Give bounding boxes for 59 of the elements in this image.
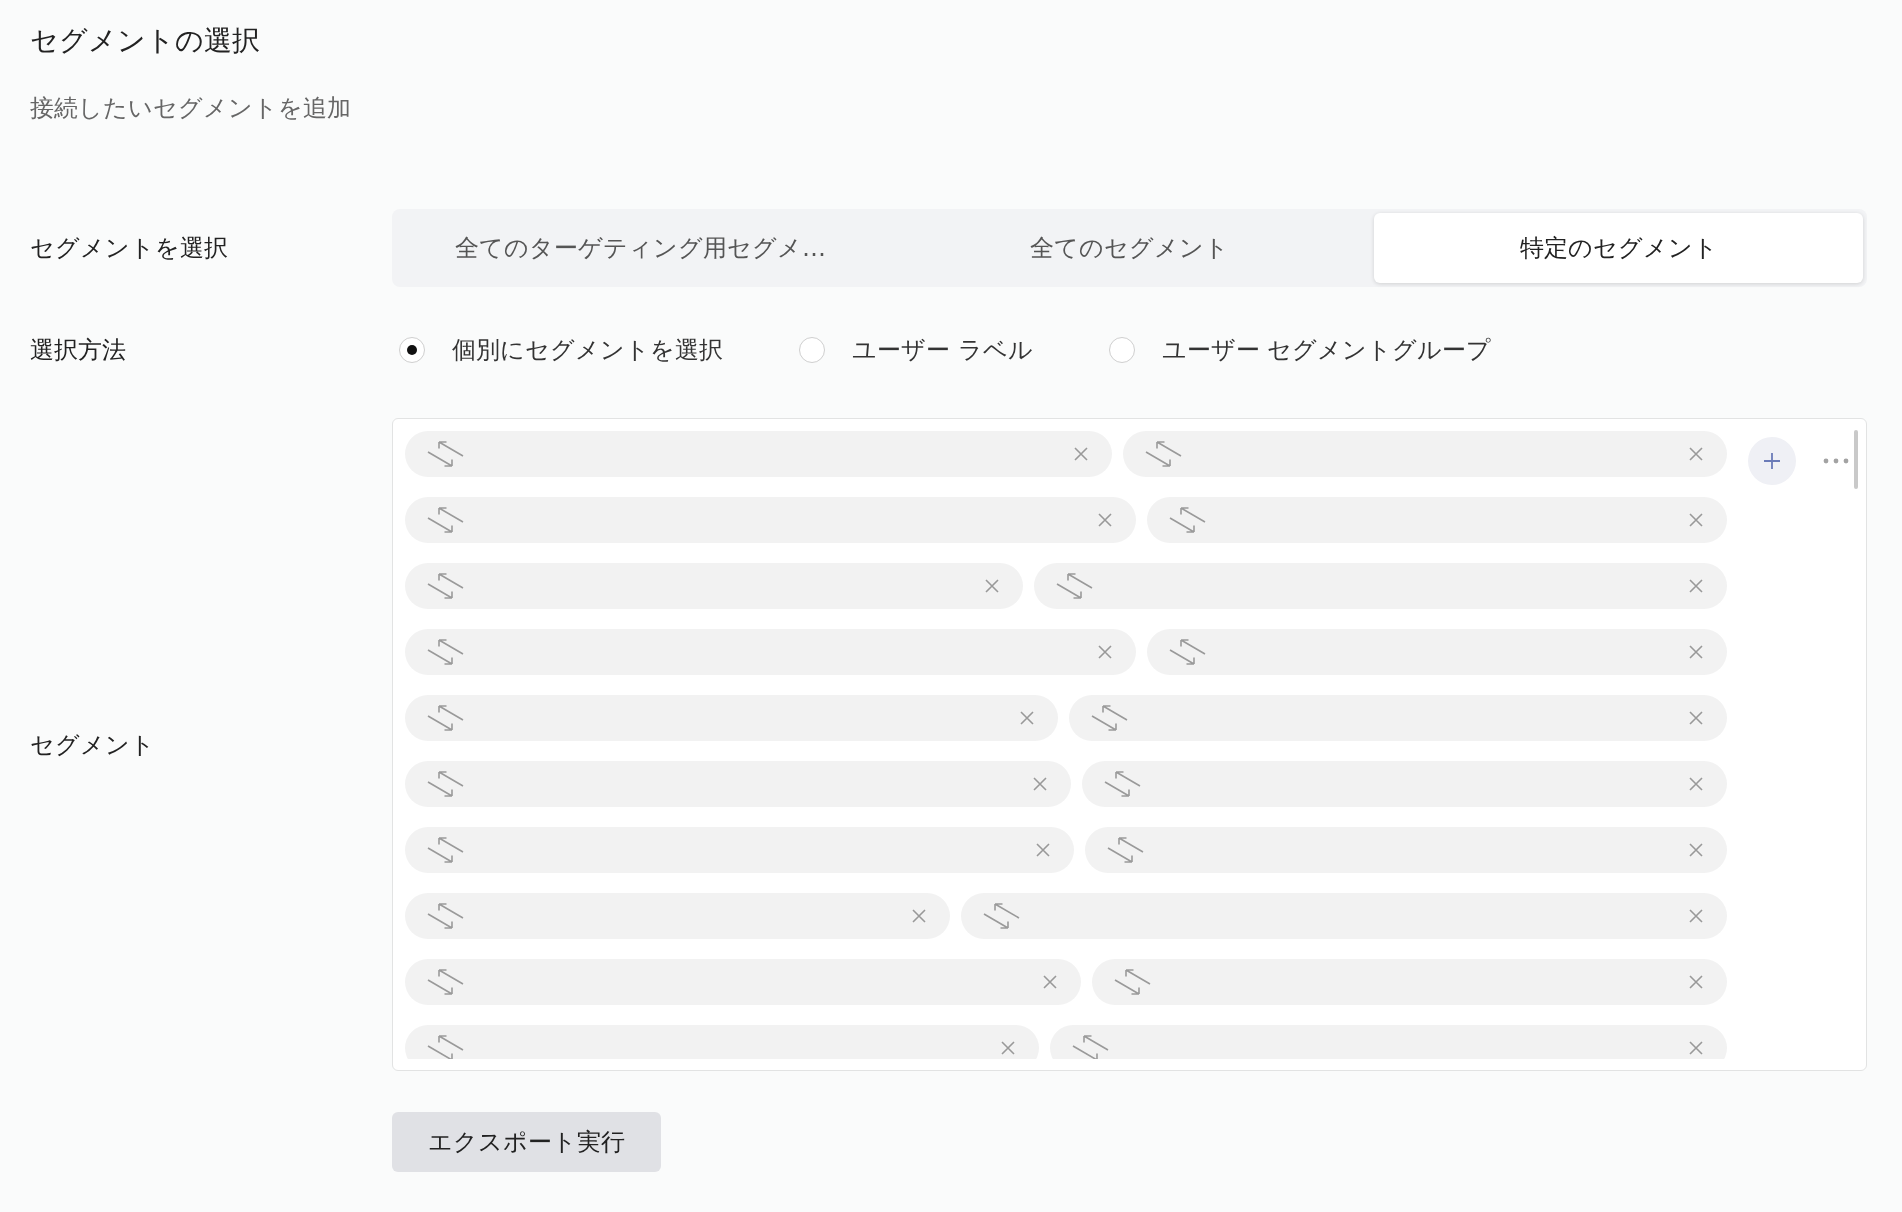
plus-icon <box>1763 452 1781 470</box>
field-label: 選択方法 <box>30 335 126 366</box>
add-button[interactable] <box>1748 437 1796 485</box>
diagonal-arrows-icon <box>1055 573 1093 599</box>
diagonal-arrows-icon <box>427 573 464 599</box>
diagonal-arrows-icon <box>1144 441 1182 467</box>
close-icon[interactable] <box>1000 1041 1015 1055</box>
segment-tab[interactable]: 全てのセグメント <box>885 213 1374 283</box>
segment-tab[interactable]: 全てのターゲティング用セグメ… <box>396 213 885 283</box>
radio-label[interactable]: ユーザー セグメントグループ <box>1161 333 1492 367</box>
radio-button[interactable] <box>399 337 425 363</box>
close-icon[interactable] <box>1689 909 1703 923</box>
close-icon[interactable] <box>1020 711 1035 725</box>
radio-label[interactable]: 個別にセグメントを選択 <box>452 333 723 367</box>
field-label: セグメントを選択 <box>30 233 228 264</box>
close-icon[interactable] <box>1689 447 1703 461</box>
diagonal-arrows-icon <box>1106 837 1144 863</box>
diagonal-arrows-icon <box>427 705 464 731</box>
diagonal-arrows-icon <box>1114 969 1152 995</box>
diagonal-arrows-icon <box>982 903 1020 929</box>
diagonal-arrows-icon <box>427 507 464 533</box>
page-subtitle: 接続したいセグメントを追加 <box>30 93 351 124</box>
export-button[interactable]: エクスポート実行 <box>392 1112 661 1172</box>
diagonal-arrows-icon <box>1071 1035 1109 1059</box>
close-icon[interactable] <box>1689 975 1703 989</box>
close-icon[interactable] <box>1689 513 1703 527</box>
diagonal-arrows-icon <box>1169 639 1207 665</box>
radio-button[interactable] <box>799 337 825 363</box>
diagonal-arrows-icon <box>427 441 464 467</box>
diagonal-arrows-icon <box>1104 771 1142 797</box>
close-icon[interactable] <box>1689 579 1703 593</box>
more-icon[interactable] <box>1823 458 1849 464</box>
close-icon[interactable] <box>911 909 926 923</box>
close-icon[interactable] <box>1035 843 1050 857</box>
radio-label[interactable]: ユーザー ラベル <box>852 333 1033 367</box>
diagonal-arrows-icon <box>427 1035 464 1059</box>
page-title: セグメントの選択 <box>30 23 260 59</box>
close-icon[interactable] <box>1043 975 1058 989</box>
close-icon[interactable] <box>984 579 999 593</box>
close-icon[interactable] <box>1689 711 1703 725</box>
diagonal-arrows-icon <box>427 903 464 929</box>
diagonal-arrows-icon <box>1091 705 1129 731</box>
close-icon[interactable] <box>1098 513 1113 527</box>
field-label: セグメント <box>30 729 155 761</box>
close-icon[interactable] <box>1033 777 1048 791</box>
close-icon[interactable] <box>1689 645 1703 659</box>
diagonal-arrows-icon <box>427 771 464 797</box>
close-icon[interactable] <box>1073 447 1088 461</box>
diagonal-arrows-icon <box>427 969 464 995</box>
close-icon[interactable] <box>1689 777 1703 791</box>
close-icon[interactable] <box>1689 1041 1703 1055</box>
diagonal-arrows-icon <box>427 639 464 665</box>
scrollbar-thumb[interactable] <box>1854 430 1858 489</box>
close-icon[interactable] <box>1689 843 1703 857</box>
diagonal-arrows-icon <box>1169 507 1207 533</box>
radio-button[interactable] <box>1108 337 1135 363</box>
diagonal-arrows-icon <box>427 837 464 863</box>
close-icon[interactable] <box>1098 645 1113 659</box>
segment-tab[interactable]: 特定のセグメント <box>1374 213 1863 283</box>
